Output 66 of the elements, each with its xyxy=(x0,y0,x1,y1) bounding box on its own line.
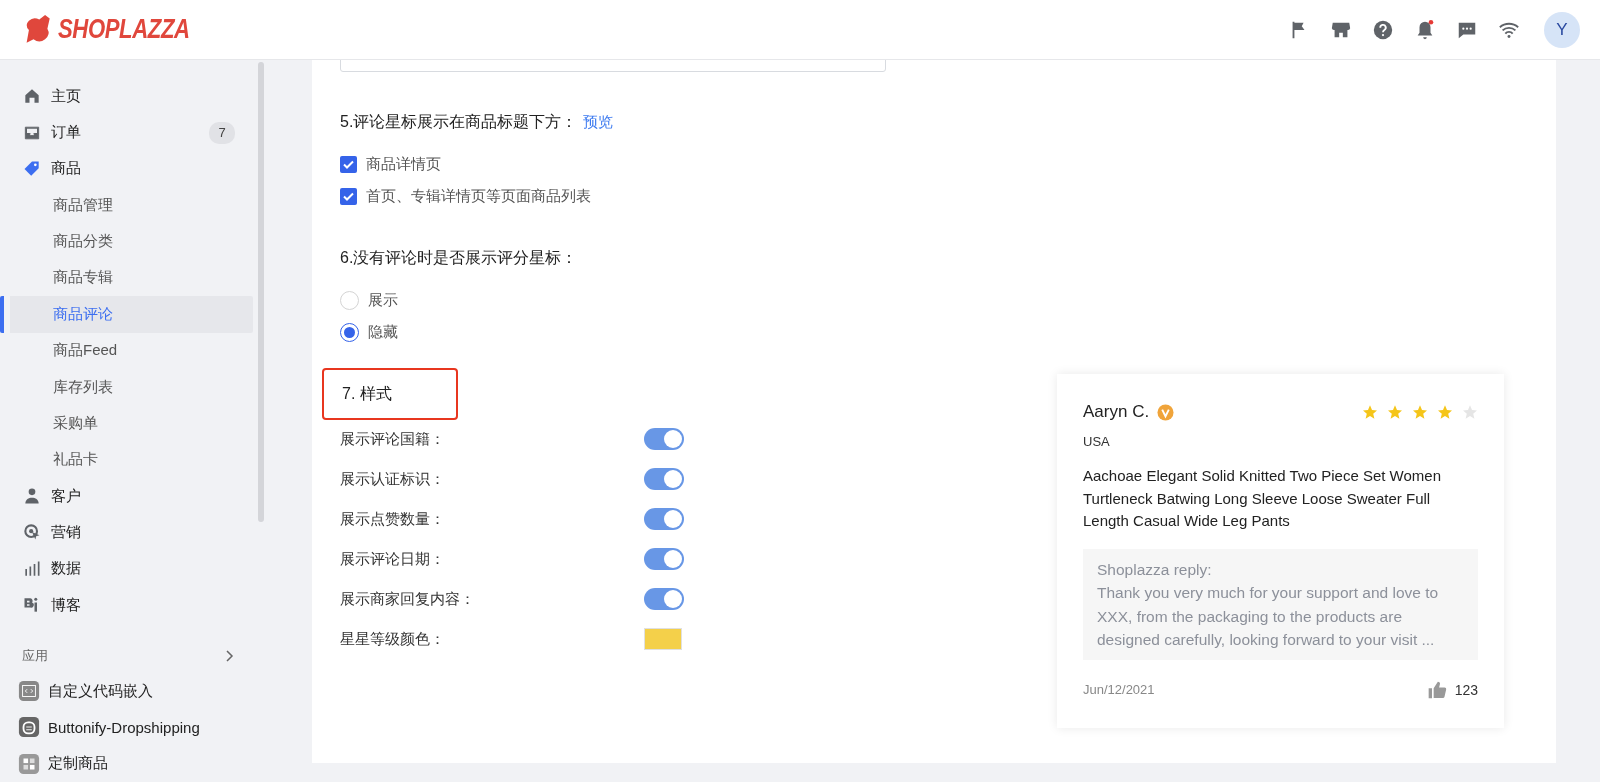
sidebar-item[interactable]: 博客 xyxy=(0,587,253,624)
section-title: 6.没有评论时是否展示评分星标： xyxy=(340,248,578,268)
toggle-switch[interactable] xyxy=(644,428,684,450)
checkbox[interactable] xyxy=(340,155,357,173)
reply-title: Shoplazza reply: xyxy=(1097,559,1213,580)
app-icon xyxy=(18,716,40,739)
section-heading: 应用 xyxy=(22,647,48,666)
reviewer-name: Aaryn C. xyxy=(1083,402,1150,422)
app-icon xyxy=(18,752,40,775)
setting-label: 展示点赞数量： xyxy=(340,509,446,529)
user-avatar[interactable]: Y xyxy=(1544,11,1580,48)
app-item[interactable]: 自定义代码嵌入 xyxy=(0,672,253,710)
sidebar-item[interactable]: 库存列表 xyxy=(0,368,253,406)
like-count: 123 xyxy=(1454,681,1478,698)
sidebar-item[interactable]: 采购单 xyxy=(0,405,253,442)
checkbox[interactable] xyxy=(340,187,357,205)
star-icon xyxy=(1362,404,1378,420)
help-icon[interactable] xyxy=(1372,18,1394,41)
setting-label: 展示评论国籍： xyxy=(340,429,446,449)
star-icon xyxy=(1462,404,1478,420)
sidebar-item[interactable]: 数据 xyxy=(0,550,253,588)
setting-label: 展示评论日期： xyxy=(340,549,446,569)
check-icon xyxy=(343,191,354,201)
color-swatch[interactable] xyxy=(644,628,682,650)
star-icon xyxy=(1437,404,1453,420)
option-label: 隐藏 xyxy=(368,322,398,342)
app-item[interactable]: 定制商品 xyxy=(0,745,253,782)
sidebar-item[interactable]: 营销 xyxy=(0,514,253,551)
reply-text: Thank you very much for your support and love to XXX, from the packaging to the products are designed carefully, looking forward to your visit ... xyxy=(1097,583,1440,650)
review-date: Jun/12/2021 xyxy=(1083,682,1155,697)
reviewer-country: USA xyxy=(1083,434,1111,449)
star-icon xyxy=(1387,404,1403,420)
setting-label: 展示认证标识： xyxy=(340,469,446,489)
thumbs-up-icon[interactable] xyxy=(1426,679,1447,700)
option-label: 商品详情页 xyxy=(366,154,441,174)
sidebar-item[interactable]: 商品分类 xyxy=(0,223,253,260)
review-text: Aachoae Elegant Solid Knitted Two Piece Set Women Turtleneck Batwing Long Sleeve Loose Sweater Full Length Casual Wide Leg Pants xyxy=(1083,466,1442,531)
toggle-switch[interactable] xyxy=(644,588,684,610)
preview-link[interactable]: 预览 xyxy=(583,110,614,134)
app-icon xyxy=(18,680,40,703)
toggle-switch[interactable] xyxy=(644,508,684,530)
star-icon xyxy=(1412,404,1428,420)
sidebar-item[interactable]: 客户 xyxy=(0,477,253,515)
sidebar-item[interactable]: 商品Feed xyxy=(0,332,253,369)
sidebar-item[interactable]: 礼品卡 xyxy=(0,441,253,478)
nav-icon xyxy=(22,486,42,507)
section-title: 5.评论星标展示在商品标题下方： xyxy=(340,112,578,132)
scrollbar[interactable] xyxy=(258,62,264,522)
toggle-switch[interactable] xyxy=(644,468,684,490)
toggle-switch[interactable] xyxy=(644,548,684,570)
sidebar-item[interactable]: 商品评论 xyxy=(0,296,253,333)
section-title: 7. 样式 xyxy=(342,384,392,404)
setting-label: 星星等级颜色： xyxy=(340,629,446,649)
app-item[interactable]: Buttonify-Dropshipping xyxy=(0,709,253,746)
chevron-right-icon[interactable] xyxy=(224,649,236,664)
setting-label: 展示商家回复内容： xyxy=(340,589,476,609)
sidebar-item[interactable]: 订单 7 xyxy=(0,114,253,151)
option-label: 展示 xyxy=(368,290,398,310)
option-label: 首页、专辑详情页等页面商品列表 xyxy=(366,186,591,206)
check-icon xyxy=(343,159,354,169)
brand-logo[interactable]: SHOPLAZZA xyxy=(58,14,190,45)
sidebar-item[interactable]: 商品管理 xyxy=(0,187,253,224)
count-badge: 7 xyxy=(209,121,235,144)
sidebar-item[interactable]: 主页 xyxy=(0,78,253,115)
sidebar-item[interactable]: 商品专辑 xyxy=(0,259,253,297)
sidebar-item[interactable]: 商品 xyxy=(0,150,253,188)
